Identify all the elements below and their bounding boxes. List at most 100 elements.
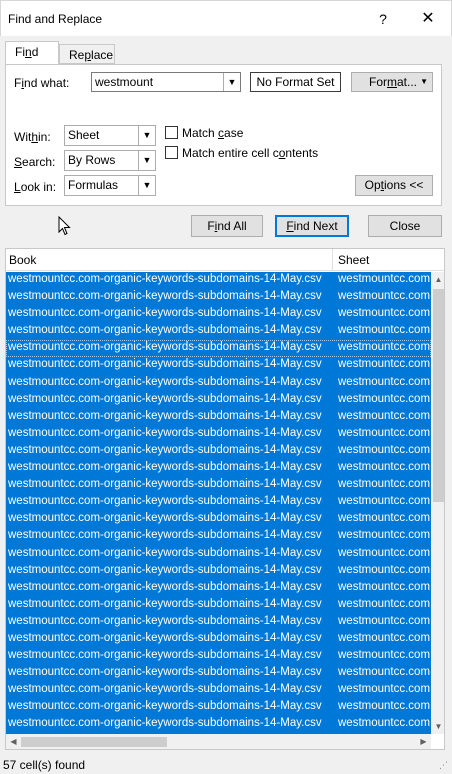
- tab-find[interactable]: Find: [5, 41, 59, 65]
- table-row[interactable]: westmountcc.com-organic-keywords-subdoma…: [6, 289, 431, 306]
- table-row[interactable]: westmountcc.com-organic-keywords-subdoma…: [6, 477, 431, 494]
- cell-book: westmountcc.com-organic-keywords-subdoma…: [8, 597, 322, 610]
- table-row[interactable]: westmountcc.com-organic-keywords-subdoma…: [6, 699, 431, 716]
- match-case-label[interactable]: Match case: [182, 126, 243, 140]
- options-button[interactable]: Options <<: [355, 175, 433, 196]
- cell-sheet: westmountcc.com: [338, 717, 431, 730]
- match-entire-checkbox[interactable]: [165, 146, 178, 159]
- match-case-checkbox[interactable]: [165, 126, 178, 139]
- table-row[interactable]: westmountcc.com-organic-keywords-subdoma…: [6, 648, 431, 665]
- cell-book: westmountcc.com-organic-keywords-subdoma…: [8, 426, 322, 439]
- cell-sheet: westmountcc.com: [338, 392, 431, 405]
- title-bar: Find and Replace ? ✕: [0, 0, 452, 36]
- column-header-sheet[interactable]: Sheet: [338, 253, 369, 267]
- cell-sheet: westmountcc.com: [338, 290, 431, 303]
- chevron-down-icon[interactable]: ▼: [138, 126, 155, 145]
- vertical-scroll-thumb[interactable]: [433, 289, 444, 502]
- cell-book: westmountcc.com-organic-keywords-subdoma…: [8, 478, 322, 491]
- horizontal-scroll-thumb[interactable]: [21, 737, 167, 747]
- resize-grip-icon[interactable]: ⋰: [439, 760, 448, 771]
- cell-book: westmountcc.com-organic-keywords-subdoma…: [8, 392, 322, 405]
- window-title: Find and Replace: [8, 12, 103, 26]
- table-row[interactable]: westmountcc.com-organic-keywords-subdoma…: [6, 631, 431, 648]
- table-row[interactable]: westmountcc.com-organic-keywords-subdoma…: [6, 392, 431, 409]
- table-row[interactable]: westmountcc.com-organic-keywords-subdoma…: [6, 426, 431, 443]
- find-next-button[interactable]: Find Next: [275, 215, 349, 237]
- table-row[interactable]: westmountcc.com-organic-keywords-subdoma…: [6, 580, 431, 597]
- format-button[interactable]: Format... ▼: [351, 72, 433, 92]
- cell-sheet: westmountcc.com: [338, 580, 431, 593]
- search-label: Search:: [14, 155, 56, 169]
- horizontal-scrollbar[interactable]: ◀ ▶: [6, 734, 431, 749]
- table-row[interactable]: westmountcc.com-organic-keywords-subdoma…: [6, 716, 431, 733]
- cell-sheet: westmountcc.com: [338, 478, 431, 491]
- cell-sheet: westmountcc.com: [338, 461, 431, 474]
- table-row[interactable]: westmountcc.com-organic-keywords-subdoma…: [6, 272, 431, 289]
- vertical-scrollbar[interactable]: ▲ ▼: [431, 272, 444, 734]
- results-header: Book Sheet: [6, 249, 444, 271]
- close-window-button[interactable]: ✕: [415, 6, 441, 32]
- tab-replace[interactable]: Replace: [59, 44, 115, 64]
- find-what-label: Find what:: [14, 76, 70, 90]
- close-button[interactable]: Close: [368, 215, 442, 237]
- status-bar: 57 cell(s) found ⋰: [0, 754, 452, 774]
- scroll-left-icon[interactable]: ◀: [6, 734, 21, 749]
- scroll-down-icon[interactable]: ▼: [431, 719, 444, 734]
- mouse-cursor-icon: [58, 216, 71, 236]
- help-button[interactable]: ?: [371, 6, 395, 32]
- cell-book: westmountcc.com-organic-keywords-subdoma…: [8, 666, 322, 679]
- table-row[interactable]: westmountcc.com-organic-keywords-subdoma…: [6, 357, 431, 374]
- table-row[interactable]: westmountcc.com-organic-keywords-subdoma…: [6, 665, 431, 682]
- find-what-input[interactable]: [92, 73, 220, 91]
- scroll-up-icon[interactable]: ▲: [431, 272, 444, 287]
- results-list: Book Sheet westmountcc.com-organic-keywo…: [5, 248, 445, 750]
- table-row[interactable]: westmountcc.com-organic-keywords-subdoma…: [6, 494, 431, 511]
- table-row[interactable]: westmountcc.com-organic-keywords-subdoma…: [6, 563, 431, 580]
- cell-sheet: westmountcc.com: [338, 341, 431, 354]
- table-row[interactable]: westmountcc.com-organic-keywords-subdoma…: [6, 460, 431, 477]
- cell-sheet: westmountcc.com: [338, 358, 431, 371]
- within-select[interactable]: Sheet ▼: [64, 125, 156, 146]
- cell-book: westmountcc.com-organic-keywords-subdoma…: [8, 631, 322, 644]
- cell-book: westmountcc.com-organic-keywords-subdoma…: [8, 273, 322, 285]
- chevron-down-icon[interactable]: ▼: [138, 151, 155, 170]
- table-row[interactable]: westmountcc.com-organic-keywords-subdoma…: [6, 375, 431, 392]
- find-what-combobox[interactable]: ▼: [91, 72, 241, 92]
- cell-sheet: westmountcc.com: [338, 375, 431, 388]
- table-row[interactable]: westmountcc.com-organic-keywords-subdoma…: [6, 614, 431, 631]
- chevron-down-icon[interactable]: ▼: [138, 176, 155, 195]
- table-row[interactable]: westmountcc.com-organic-keywords-subdoma…: [6, 682, 431, 699]
- look-in-select[interactable]: Formulas ▼: [64, 175, 156, 196]
- table-row[interactable]: westmountcc.com-organic-keywords-subdoma…: [6, 443, 431, 460]
- cell-book: westmountcc.com-organic-keywords-subdoma…: [8, 409, 322, 422]
- column-header-book[interactable]: Book: [9, 253, 36, 267]
- table-row[interactable]: westmountcc.com-organic-keywords-subdoma…: [6, 340, 431, 358]
- table-row[interactable]: westmountcc.com-organic-keywords-subdoma…: [6, 546, 431, 563]
- table-row[interactable]: westmountcc.com-organic-keywords-subdoma…: [6, 409, 431, 426]
- cell-book: westmountcc.com-organic-keywords-subdoma…: [8, 563, 322, 576]
- cell-sheet: westmountcc.com: [338, 324, 431, 337]
- cell-book: westmountcc.com-organic-keywords-subdoma…: [8, 683, 322, 696]
- table-row[interactable]: westmountcc.com-organic-keywords-subdoma…: [6, 306, 431, 323]
- cell-sheet: westmountcc.com: [338, 700, 431, 713]
- cell-book: westmountcc.com-organic-keywords-subdoma…: [8, 358, 322, 371]
- cell-sheet: westmountcc.com: [338, 409, 431, 422]
- search-select[interactable]: By Rows ▼: [64, 150, 156, 171]
- cell-sheet: westmountcc.com: [338, 426, 431, 439]
- table-row[interactable]: westmountcc.com-organic-keywords-subdoma…: [6, 511, 431, 528]
- within-label: Within:: [14, 130, 51, 144]
- chevron-down-icon[interactable]: ▼: [223, 73, 240, 91]
- scroll-right-icon[interactable]: ▶: [416, 734, 431, 749]
- match-entire-label[interactable]: Match entire cell contents: [182, 146, 318, 160]
- cell-sheet: westmountcc.com: [338, 666, 431, 679]
- cell-sheet: westmountcc.com: [338, 563, 431, 576]
- cell-book: westmountcc.com-organic-keywords-subdoma…: [8, 495, 322, 508]
- table-row[interactable]: westmountcc.com-organic-keywords-subdoma…: [6, 323, 431, 340]
- column-divider[interactable]: [332, 249, 333, 271]
- table-row[interactable]: westmountcc.com-organic-keywords-subdoma…: [6, 597, 431, 614]
- cell-book: westmountcc.com-organic-keywords-subdoma…: [8, 700, 322, 713]
- format-dropdown-icon[interactable]: ▼: [420, 73, 428, 91]
- table-row[interactable]: westmountcc.com-organic-keywords-subdoma…: [6, 528, 431, 545]
- cell-sheet: westmountcc.com: [338, 307, 431, 320]
- find-all-button[interactable]: Find All: [191, 215, 263, 237]
